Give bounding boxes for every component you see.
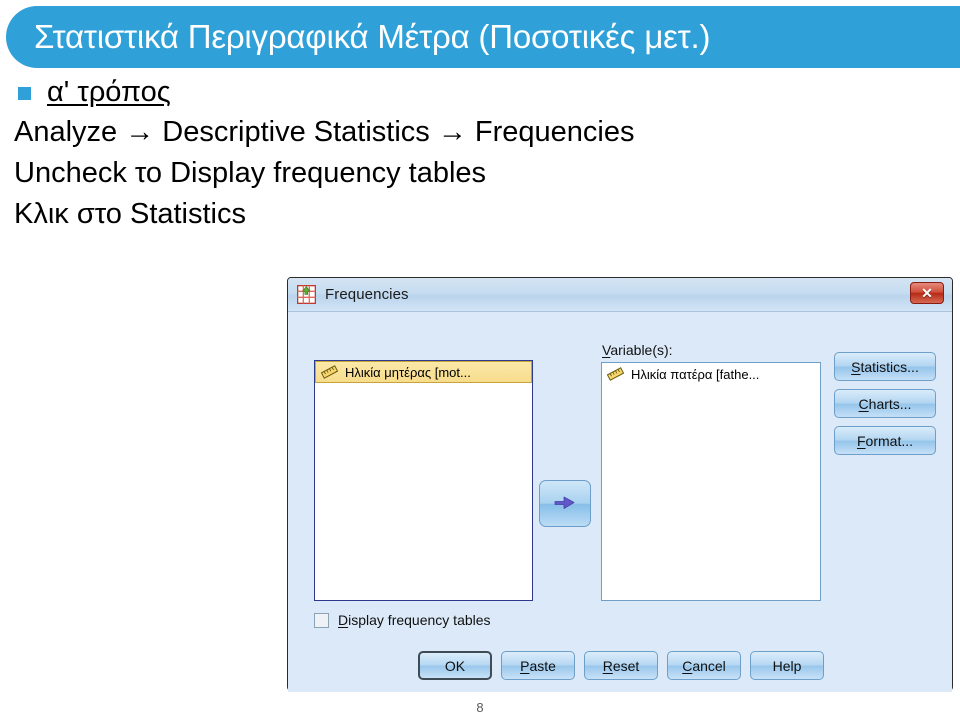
ok-button[interactable]: OK — [418, 651, 492, 680]
close-glyph: ✕ — [921, 285, 933, 301]
dialog-body: Ηλικία μητέρας [mot... Variable(s): Ηλικ… — [288, 312, 952, 692]
cancel-button[interactable]: Cancel — [667, 651, 741, 680]
body-line-1: Analyze → Descriptive Statistics → Frequ… — [14, 116, 635, 148]
bullet-square-icon — [18, 87, 31, 100]
ok-button-label: OK — [444, 657, 466, 674]
target-variable-list[interactable]: Ηλικία πατέρα [fathe... — [601, 362, 821, 601]
bullet-label: α' τρόπος — [47, 76, 171, 108]
slide-body: α' τρόπος Analyze → Descriptive Statisti… — [0, 72, 960, 235]
help-button-label: Help — [772, 657, 802, 674]
charts-button-label: harts... — [868, 395, 912, 412]
variables-label: Variable(s): — [602, 342, 673, 358]
statistics-button-label: tatistics... — [860, 358, 919, 375]
page-number: 8 — [476, 700, 484, 715]
format-button[interactable]: Format... — [834, 426, 936, 455]
format-button-accel: F — [856, 432, 866, 449]
charts-button[interactable]: Charts... — [834, 389, 936, 418]
slide-title-banner: Στατιστικά Περιγραφικά Μέτρα (Ποσοτικές … — [6, 6, 960, 68]
arrow-right-icon — [553, 490, 577, 517]
body-line-2: Uncheck το Display frequency tables — [14, 157, 487, 189]
dialog-button-row: OK Paste Reset Cancel Help — [288, 651, 954, 680]
reset-button-accel: R — [602, 657, 613, 674]
dialog-titlebar[interactable]: Frequencies ✕ — [288, 278, 952, 312]
checkbox-label: Display frequency tables — [338, 612, 491, 628]
ruler-icon — [606, 367, 625, 381]
list-item-label: Ηλικία πατέρα [fathe... — [631, 366, 760, 382]
statistics-button-accel: S — [851, 358, 861, 375]
statistics-button[interactable]: Statistics... — [834, 352, 936, 381]
paste-button-accel: P — [520, 657, 530, 674]
cancel-button-label: ancel — [692, 657, 726, 674]
bullet-item: α' τρόπος — [0, 72, 960, 112]
checkbox-box-icon[interactable] — [314, 612, 329, 628]
close-icon[interactable]: ✕ — [910, 282, 944, 304]
variables-label-rest: ariable(s): — [610, 342, 673, 358]
paste-button-label: aste — [529, 657, 556, 674]
body-line-3: Κλικ στο Statistics — [14, 198, 246, 230]
list-item[interactable]: Ηλικία μητέρας [mot... — [315, 361, 532, 383]
spss-frequencies-icon — [296, 284, 317, 305]
ruler-icon — [320, 365, 339, 379]
move-variable-button[interactable] — [539, 480, 591, 527]
checkbox-label-accel: D — [338, 612, 349, 628]
help-button[interactable]: Help — [750, 651, 824, 680]
cancel-button-accel: C — [682, 657, 693, 674]
list-item[interactable]: Ηλικία πατέρα [fathe... — [602, 363, 820, 385]
checkbox-label-rest: isplay frequency tables — [348, 612, 491, 628]
reset-button[interactable]: Reset — [584, 651, 658, 680]
display-frequency-tables-checkbox[interactable]: Display frequency tables — [314, 612, 491, 628]
list-item-label: Ηλικία μητέρας [mot... — [345, 364, 471, 380]
paste-button[interactable]: Paste — [501, 651, 575, 680]
dialog-title: Frequencies — [325, 286, 409, 303]
reset-button-label: eset — [612, 657, 640, 674]
charts-button-accel: C — [858, 395, 869, 412]
format-button-label: ormat... — [865, 432, 914, 449]
frequencies-dialog: Frequencies ✕ Ηλικία μητέρας [mot... Var… — [287, 277, 953, 692]
page-title: Στατιστικά Περιγραφικά Μέτρα (Ποσοτικές … — [34, 18, 711, 55]
source-variable-list[interactable]: Ηλικία μητέρας [mot... — [314, 360, 533, 601]
